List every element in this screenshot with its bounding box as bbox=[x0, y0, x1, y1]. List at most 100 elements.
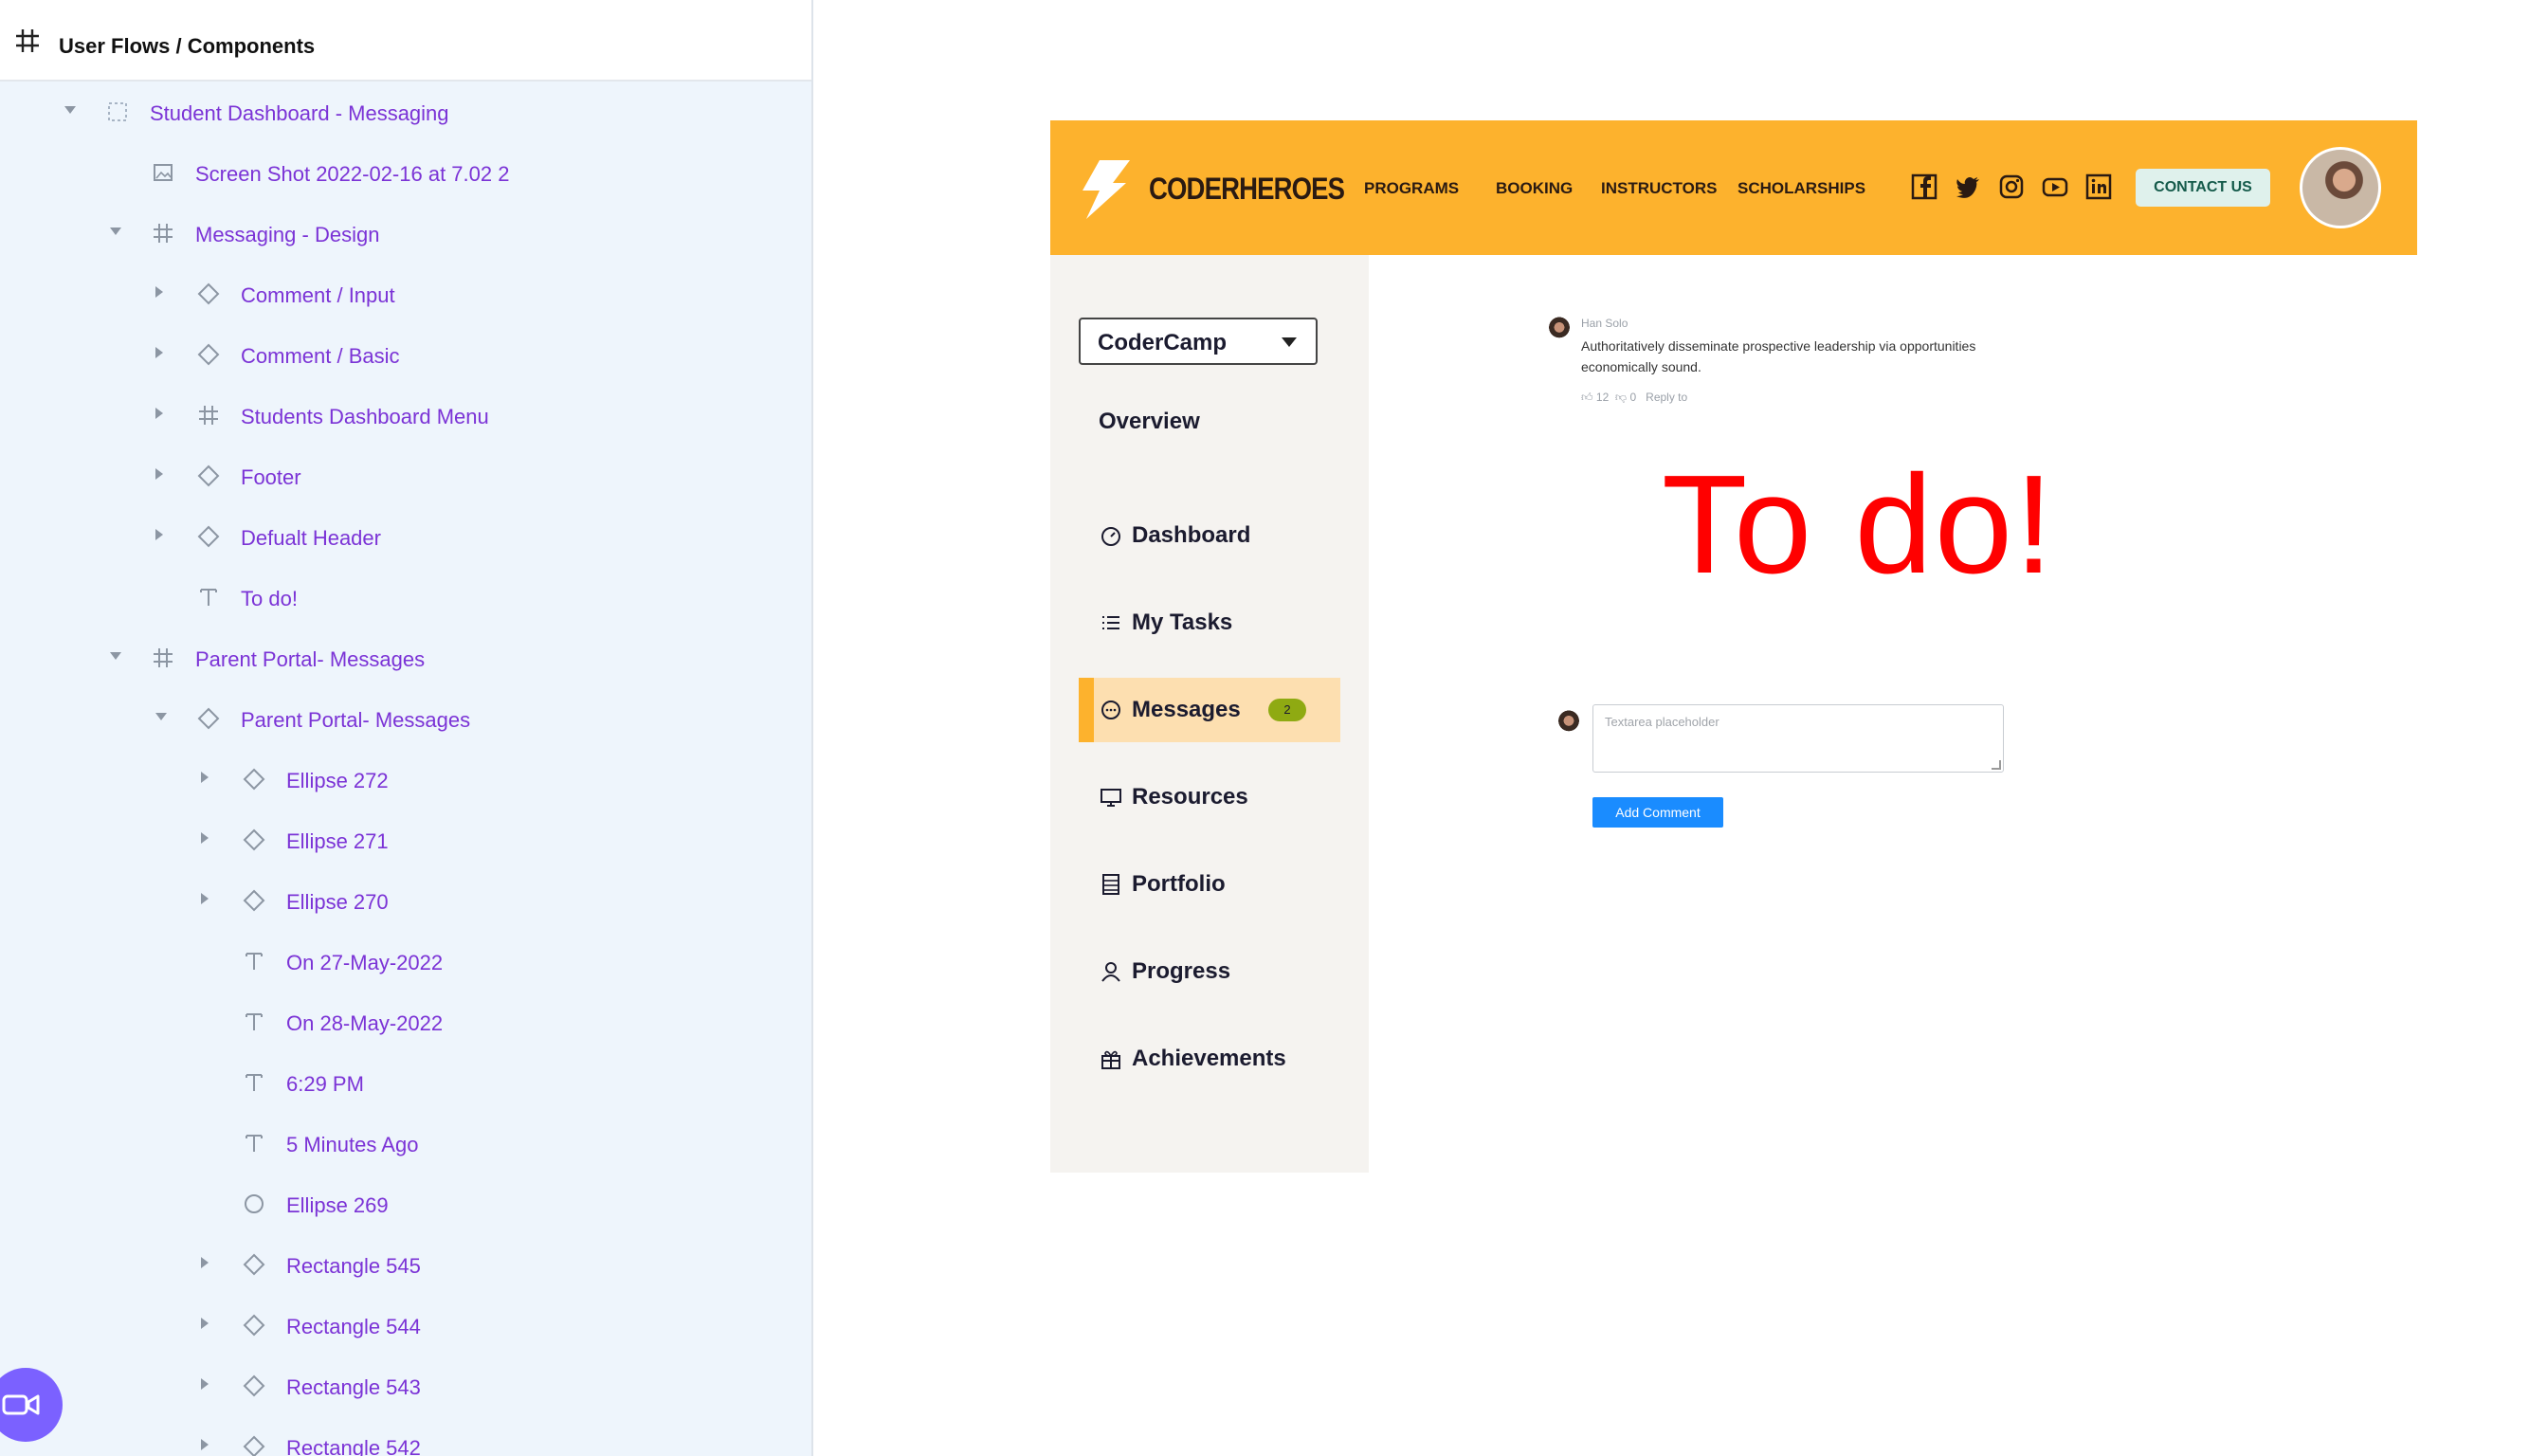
layer-label: Comment / Basic bbox=[241, 344, 400, 368]
instagram-icon[interactable] bbox=[1998, 173, 2025, 200]
layer-row[interactable]: 6:29 PM bbox=[0, 1052, 811, 1113]
text-icon bbox=[246, 1013, 263, 1030]
layer-row[interactable]: To do! bbox=[0, 567, 811, 628]
sidebar-item-messages[interactable]: Messages 2 bbox=[1079, 678, 1340, 742]
layer-row[interactable]: Student Dashboard - Messaging bbox=[0, 82, 811, 142]
component-icon bbox=[243, 768, 265, 791]
user-icon bbox=[1101, 962, 1120, 982]
layer-row[interactable]: Parent Portal- Messages bbox=[0, 688, 811, 749]
linkedin-icon[interactable] bbox=[2085, 173, 2112, 200]
sidebar-item-achievements[interactable]: Achievements bbox=[1079, 1027, 1340, 1091]
component-icon bbox=[197, 282, 220, 305]
layer-row[interactable]: Comment / Basic bbox=[0, 324, 811, 385]
layer-label: On 27-May-2022 bbox=[286, 951, 444, 974]
sidebar-item-resources[interactable]: Resources bbox=[1079, 765, 1340, 829]
chevron-down-icon[interactable] bbox=[155, 713, 167, 720]
frame-icon bbox=[16, 29, 39, 52]
layer-label: 5 Minutes Ago bbox=[286, 1133, 419, 1156]
layer-row[interactable]: Ellipse 270 bbox=[0, 870, 811, 931]
brand-logo-text[interactable]: CODERHEROES bbox=[1149, 172, 1345, 207]
layers-header-title: User Flows / Components bbox=[59, 34, 316, 58]
caret-down-icon bbox=[1282, 337, 1297, 347]
comment-author: Han Solo bbox=[1581, 317, 1628, 330]
chevron-right-icon[interactable] bbox=[201, 1318, 209, 1329]
chevron-right-icon[interactable] bbox=[201, 1439, 209, 1450]
contact-us-button[interactable]: CONTACT US bbox=[2136, 169, 2270, 207]
nav-scholarships[interactable]: SCHOLARSHIPS bbox=[1738, 179, 1865, 198]
chevron-right-icon[interactable] bbox=[155, 529, 163, 540]
layer-row[interactable]: Screen Shot 2022-02-16 at 7.02 2 bbox=[0, 142, 811, 203]
avatar[interactable] bbox=[2300, 147, 2381, 228]
program-select[interactable]: CoderCamp bbox=[1079, 318, 1318, 365]
sidebar-item-label: My Tasks bbox=[1132, 610, 1233, 635]
component-icon bbox=[243, 889, 265, 912]
portfolio-icon bbox=[1102, 874, 1119, 895]
layer-label: Defualt Header bbox=[241, 526, 381, 550]
component-icon bbox=[197, 464, 220, 487]
component-icon bbox=[197, 525, 220, 548]
component-icon bbox=[243, 828, 265, 851]
sidebar-item-portfolio[interactable]: Portfolio bbox=[1079, 852, 1340, 917]
chevron-right-icon[interactable] bbox=[201, 772, 209, 783]
sidebar-item-my-tasks[interactable]: My Tasks bbox=[1079, 591, 1340, 655]
dislike-count: 0 bbox=[1629, 391, 1637, 404]
layer-row[interactable]: Comment / Input bbox=[0, 264, 811, 324]
layer-row[interactable]: Footer bbox=[0, 446, 811, 506]
sidebar-item-label: Resources bbox=[1132, 784, 1248, 810]
thumbs-down-icon[interactable]: 👎︎ bbox=[1615, 391, 1627, 404]
comment-avatar bbox=[1545, 317, 1574, 345]
layer-row[interactable]: Ellipse 272 bbox=[0, 749, 811, 810]
resize-handle-icon[interactable] bbox=[1992, 760, 2001, 770]
layer-row[interactable]: 5 Minutes Ago bbox=[0, 1113, 811, 1174]
chevron-right-icon[interactable] bbox=[155, 408, 163, 419]
layer-row[interactable]: Rectangle 543 bbox=[0, 1356, 811, 1416]
chevron-right-icon[interactable] bbox=[201, 1378, 209, 1390]
layer-label: Screen Shot 2022-02-16 at 7.02 2 bbox=[195, 162, 510, 186]
chevron-right-icon[interactable] bbox=[155, 468, 163, 480]
sidebar-item-label: Achievements bbox=[1132, 1046, 1286, 1071]
layer-row[interactable]: Rectangle 545 bbox=[0, 1234, 811, 1295]
twitter-icon[interactable] bbox=[1955, 173, 1981, 200]
layer-row[interactable]: On 28-May-2022 bbox=[0, 992, 811, 1052]
chevron-down-icon[interactable] bbox=[110, 228, 121, 235]
layer-row[interactable]: Parent Portal- Messages bbox=[0, 628, 811, 688]
facebook-icon[interactable] bbox=[1911, 173, 1938, 200]
reply-link[interactable]: Reply to bbox=[1646, 391, 1687, 404]
layer-label: Rectangle 543 bbox=[286, 1375, 421, 1399]
layer-row[interactable]: On 27-May-2022 bbox=[0, 931, 811, 992]
ellipse-icon bbox=[245, 1194, 264, 1213]
component-icon bbox=[243, 1374, 265, 1397]
layer-label: Students Dashboard Menu bbox=[241, 405, 489, 428]
youtube-icon[interactable] bbox=[2042, 173, 2068, 200]
layer-row[interactable]: Ellipse 269 bbox=[0, 1174, 811, 1234]
component-icon bbox=[243, 1253, 265, 1276]
chevron-down-icon[interactable] bbox=[110, 652, 121, 660]
chevron-right-icon[interactable] bbox=[201, 893, 209, 904]
chevron-down-icon[interactable] bbox=[64, 106, 76, 114]
add-comment-button[interactable]: Add Comment bbox=[1592, 797, 1723, 828]
layer-label: 6:29 PM bbox=[286, 1072, 364, 1096]
chevron-right-icon[interactable] bbox=[201, 1257, 209, 1268]
sidebar-item-progress[interactable]: Progress bbox=[1079, 939, 1340, 1004]
sidebar-item-label: Messages bbox=[1132, 697, 1241, 722]
chevron-right-icon[interactable] bbox=[155, 286, 163, 298]
layer-row[interactable]: Rectangle 542 bbox=[0, 1416, 811, 1456]
chevron-right-icon[interactable] bbox=[155, 347, 163, 358]
layer-row[interactable]: Ellipse 271 bbox=[0, 810, 811, 870]
comment-textarea[interactable]: Textarea placeholder bbox=[1592, 704, 2004, 773]
layer-row[interactable]: Defualt Header bbox=[0, 506, 811, 567]
nav-instructors[interactable]: INSTRUCTORS bbox=[1601, 179, 1717, 198]
nav-programs[interactable]: PROGRAMS bbox=[1364, 179, 1459, 198]
input-avatar bbox=[1555, 710, 1583, 738]
layer-row[interactable]: Rectangle 544 bbox=[0, 1295, 811, 1356]
site-header: CODERHEROES PROGRAMS BOOKING INSTRUCTORS… bbox=[1050, 120, 2417, 255]
chevron-right-icon[interactable] bbox=[201, 832, 209, 844]
layer-row[interactable]: Messaging - Design bbox=[0, 203, 811, 264]
thumbs-up-icon[interactable]: 👍︎ bbox=[1581, 391, 1593, 404]
component-icon bbox=[197, 707, 220, 730]
layer-row[interactable]: Students Dashboard Menu bbox=[0, 385, 811, 446]
nav-booking[interactable]: BOOKING bbox=[1496, 179, 1573, 198]
sidebar-item-dashboard[interactable]: Dashboard bbox=[1079, 503, 1340, 568]
component-icon bbox=[243, 1435, 265, 1456]
frame-icon bbox=[199, 406, 218, 425]
